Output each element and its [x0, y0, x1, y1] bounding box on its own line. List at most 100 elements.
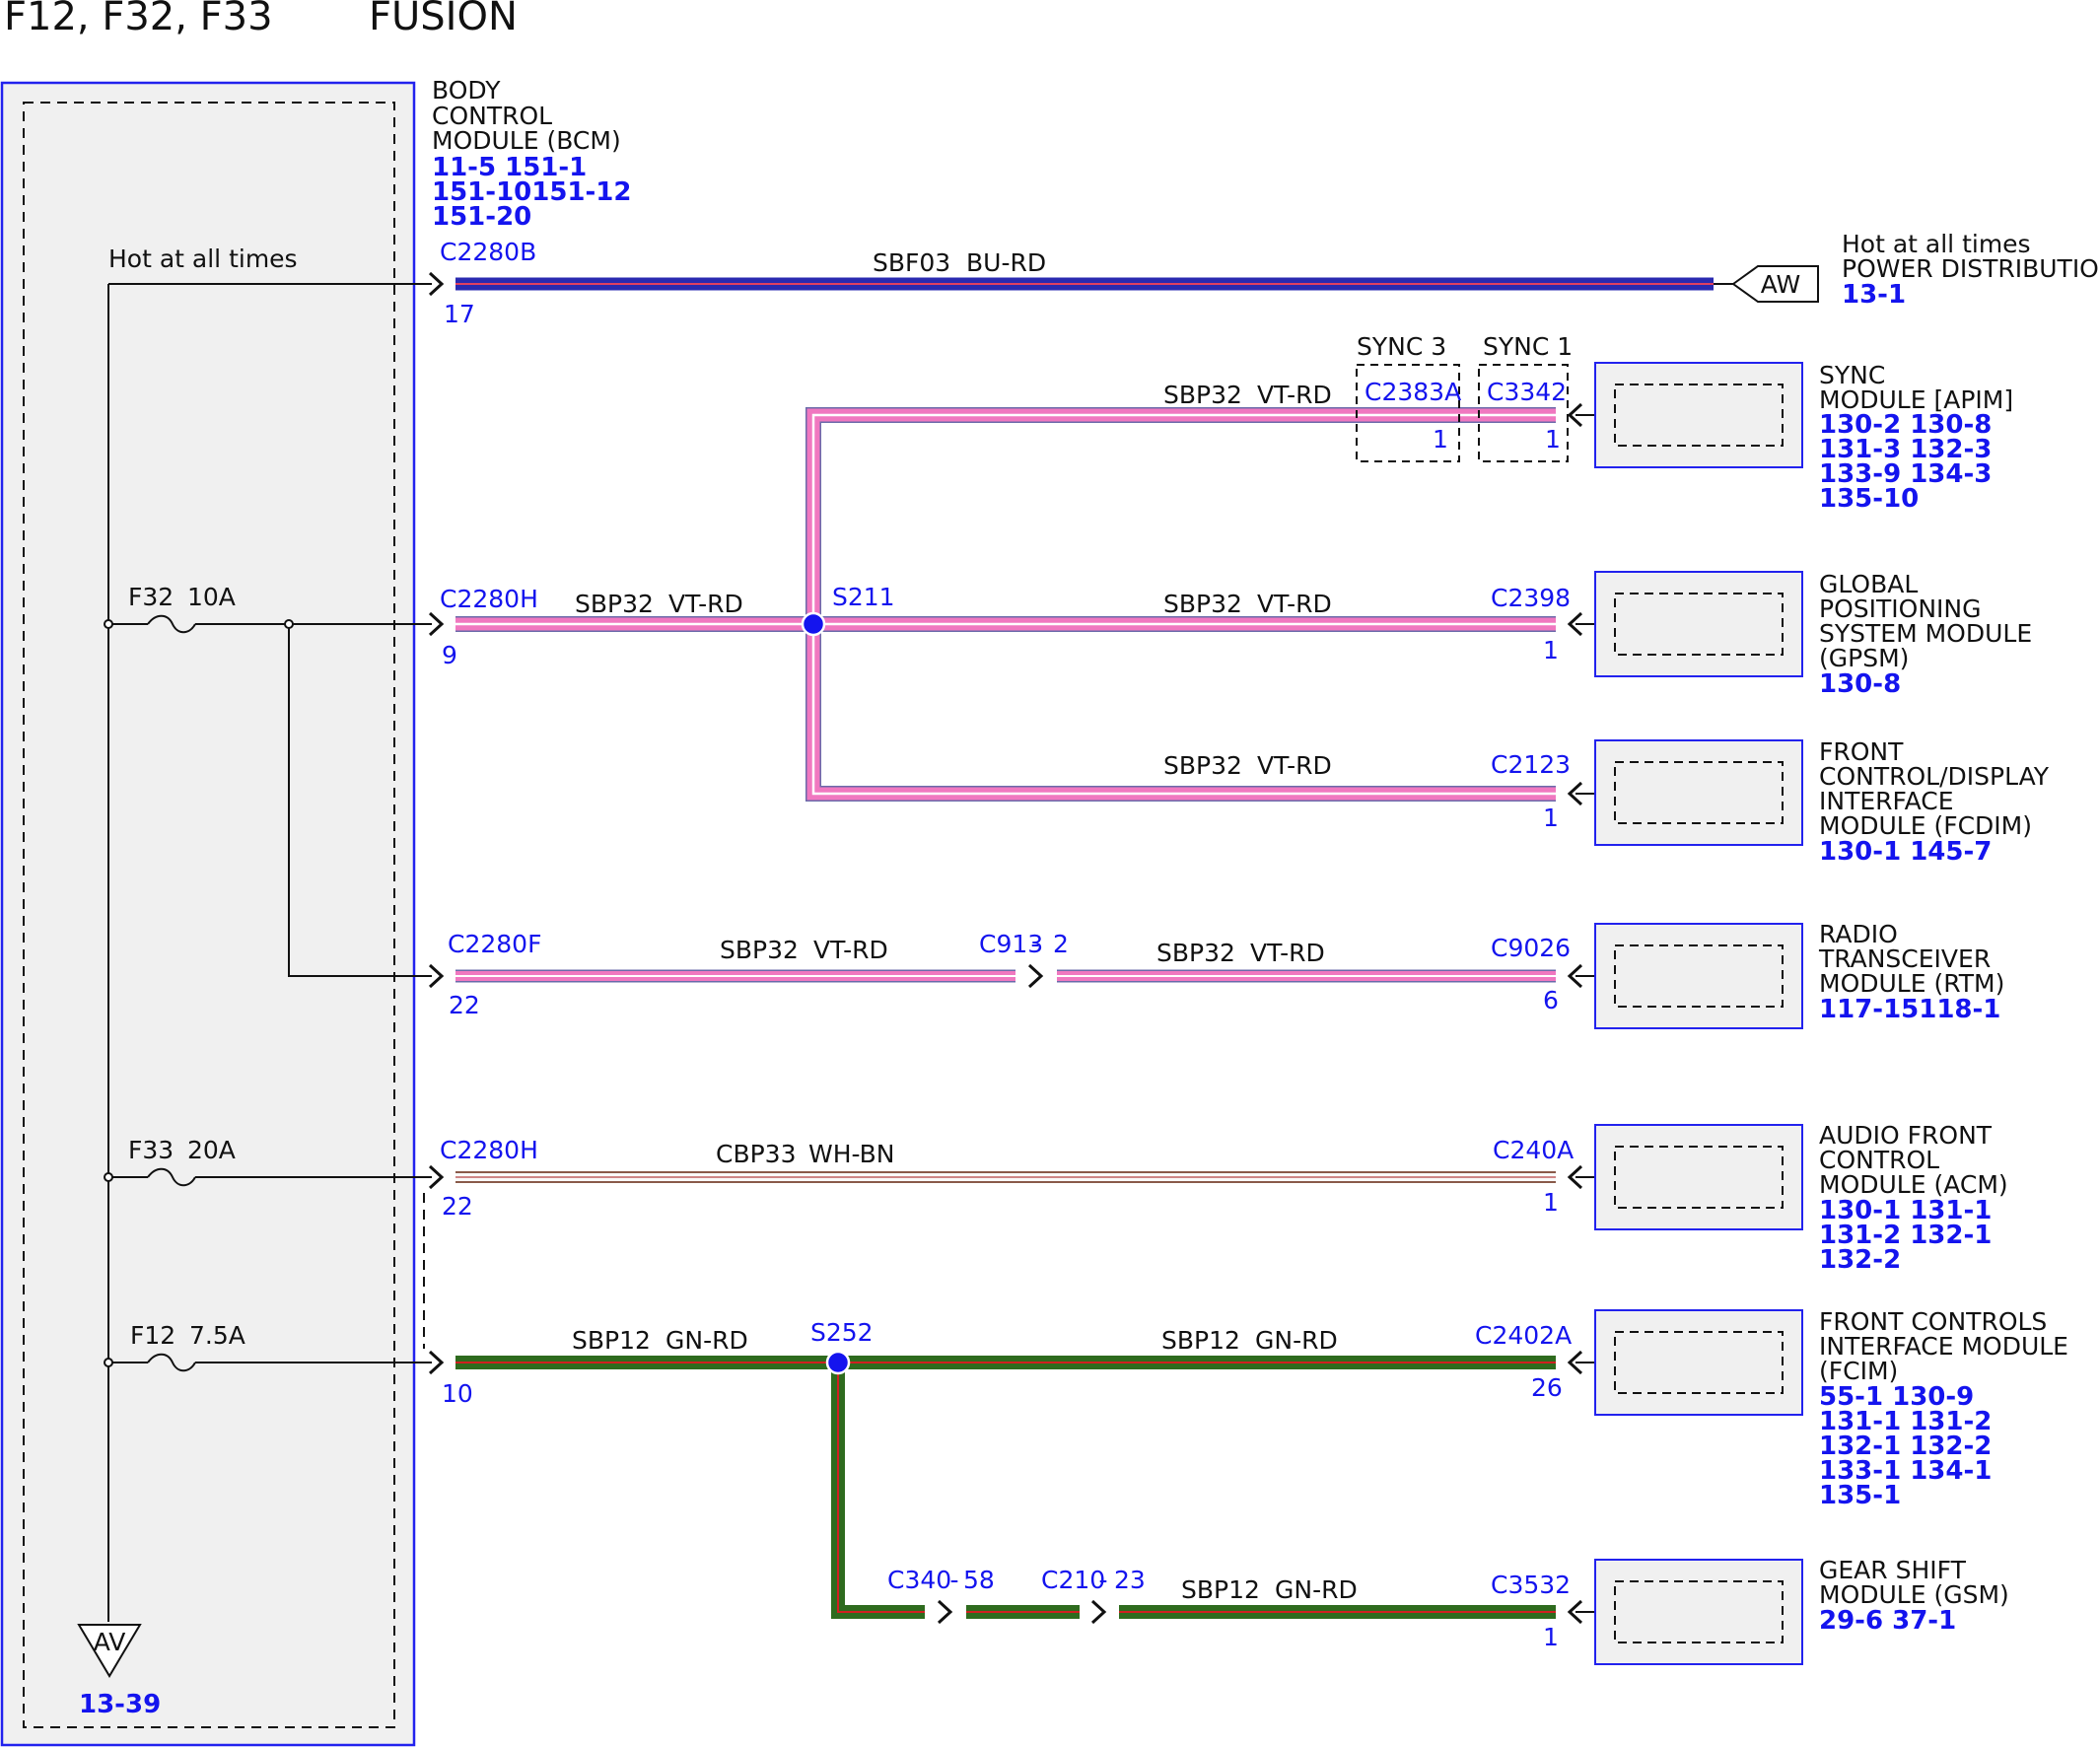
svg-text:C2123: C2123 [1491, 750, 1571, 779]
module-rtm: RADIO TRANSCEIVER MODULE (RTM) 117-15118… [1594, 920, 2004, 1029]
wire-sbp32-network [455, 407, 1556, 983]
svg-text:1: 1 [1545, 425, 1561, 454]
svg-text:VT-RD: VT-RD [1257, 381, 1332, 409]
hot-at-all-times-label: Hot at all times [108, 245, 298, 273]
svg-text:F12: F12 [130, 1321, 175, 1350]
svg-text:135-10: 135-10 [1819, 484, 1919, 514]
svg-text:-: - [949, 1566, 958, 1594]
svg-text:C2402A: C2402A [1475, 1321, 1572, 1350]
svg-text:20A: 20A [187, 1136, 236, 1164]
svg-text:C2280B: C2280B [440, 238, 536, 266]
svg-text:10A: 10A [187, 583, 236, 611]
splice-s252 [825, 1350, 851, 1375]
header-vehicle: FUSION [369, 0, 518, 39]
svg-text:SBP32: SBP32 [575, 590, 654, 618]
svg-text:151-20: 151-20 [432, 202, 531, 232]
svg-text:GN-RD: GN-RD [1255, 1326, 1338, 1355]
svg-text:BODY: BODY [432, 76, 501, 105]
svg-text:MODULE (GSM): MODULE (GSM) [1819, 1580, 2009, 1609]
sync1-label: SYNC 1 [1483, 332, 1573, 361]
svg-text:MODULE (RTM): MODULE (RTM) [1819, 969, 2004, 998]
svg-text:VT-RD: VT-RD [813, 936, 888, 964]
svg-text:SBP12: SBP12 [1181, 1575, 1260, 1604]
svg-text:C210: C210 [1041, 1566, 1105, 1594]
svg-text:C9026: C9026 [1491, 934, 1571, 962]
svg-text:SBP32: SBP32 [720, 936, 799, 964]
module-connector-arrows [1568, 402, 1595, 1625]
svg-text:2: 2 [1053, 930, 1069, 958]
svg-text:1: 1 [1543, 804, 1559, 832]
svg-text:SBP12: SBP12 [1161, 1326, 1240, 1355]
wiring-diagram: F12, F32, F33 FUSION BODY CONTROL MODULE… [0, 0, 2100, 1747]
svg-text:29-6 37-1: 29-6 37-1 [1819, 1606, 1956, 1636]
svg-text:130-8: 130-8 [1819, 669, 1901, 699]
power-distribution-connector: AW [1714, 265, 1819, 303]
svg-text:13-39: 13-39 [79, 1690, 161, 1719]
svg-text:-: - [1030, 930, 1039, 958]
svg-text:22: 22 [442, 1192, 473, 1221]
svg-text:MODULE (BCM): MODULE (BCM) [432, 126, 621, 155]
svg-text:C3342: C3342 [1487, 378, 1567, 406]
svg-text:26: 26 [1531, 1373, 1563, 1402]
splice-s211 [801, 611, 826, 637]
svg-text:13-1: 13-1 [1842, 280, 1906, 310]
svg-text:C340: C340 [887, 1566, 951, 1594]
splice-s252-label: S252 [810, 1318, 874, 1347]
svg-text:MODULE (ACM): MODULE (ACM) [1819, 1170, 2008, 1199]
module-gsm: GEAR SHIFT MODULE (GSM) 29-6 37-1 [1594, 1556, 2009, 1665]
svg-text:58: 58 [963, 1566, 995, 1594]
svg-text:C2280H: C2280H [440, 1136, 538, 1164]
svg-text:F32: F32 [128, 583, 174, 611]
svg-text:VT-RD: VT-RD [1257, 590, 1332, 618]
svg-text:9: 9 [442, 641, 457, 669]
svg-text:C2383A: C2383A [1365, 378, 1461, 406]
svg-text:(FCIM): (FCIM) [1819, 1357, 1898, 1385]
svg-text:GN-RD: GN-RD [1275, 1575, 1358, 1604]
module-connector-labels: C2383A 1 C3342 1 C2398 1 C2123 1 C913 - … [887, 378, 1574, 1651]
svg-text:SBP32: SBP32 [1163, 751, 1242, 780]
module-apim: SYNC MODULE [APIM] 130-2 130-8 131-3 132… [1594, 361, 2013, 514]
splice-s211-label: S211 [832, 583, 895, 611]
svg-text:POWER DISTRIBUTION: POWER DISTRIBUTION [1842, 254, 2100, 283]
bcm-module [0, 81, 416, 1747]
svg-text:GN-RD: GN-RD [665, 1326, 748, 1355]
svg-text:C2280H: C2280H [440, 585, 538, 613]
wire-sbp12 [455, 1356, 1556, 1619]
wire-labels: SBF03 BU-RD SBP32 VT-RD SBP32 VT-RD SBP3… [572, 248, 1358, 1604]
svg-text:C2280F: C2280F [448, 930, 541, 958]
header-fuses: F12, F32, F33 [4, 0, 273, 39]
module-fcim: FRONT CONTROLS INTERFACE MODULE (FCIM) 5… [1594, 1307, 2068, 1510]
svg-text:SBF03: SBF03 [873, 248, 950, 277]
svg-text:C2398: C2398 [1491, 584, 1571, 612]
bcm-label: BODY CONTROL MODULE (BCM) 11-5 151-1 151… [432, 76, 632, 232]
power-distribution-label: Hot at all times POWER DISTRIBUTION 13-1 [1842, 230, 2100, 310]
svg-text:6: 6 [1543, 986, 1559, 1014]
svg-text:1: 1 [1543, 1188, 1559, 1217]
svg-text:10: 10 [442, 1379, 473, 1408]
svg-text:-: - [1098, 1566, 1107, 1594]
svg-text:130-1 145-7: 130-1 145-7 [1819, 837, 1992, 867]
svg-text:(GPSM): (GPSM) [1819, 644, 1909, 672]
svg-text:CBP33: CBP33 [716, 1140, 797, 1168]
svg-text:1: 1 [1543, 636, 1559, 664]
svg-text:C3532: C3532 [1491, 1571, 1571, 1599]
svg-text:135-1: 135-1 [1819, 1481, 1901, 1510]
bcm-connector-labels: C2280B 17 C2280H 9 C2280F 22 C2280H 22 1… [440, 238, 541, 1408]
module-gpsm: GLOBAL POSITIONING SYSTEM MODULE (GPSM) … [1594, 570, 2032, 699]
svg-text:F33: F33 [128, 1136, 174, 1164]
svg-text:AW: AW [1761, 270, 1800, 299]
svg-text:MODULE (FCDIM): MODULE (FCDIM) [1819, 811, 2032, 840]
svg-text:132-2: 132-2 [1819, 1245, 1901, 1275]
svg-text:VT-RD: VT-RD [1250, 939, 1325, 967]
module-acm: AUDIO FRONT CONTROL MODULE (ACM) 130-1 1… [1594, 1121, 2008, 1275]
svg-text:22: 22 [449, 991, 480, 1019]
svg-text:WH-BN: WH-BN [808, 1140, 895, 1168]
svg-text:23: 23 [1114, 1566, 1146, 1594]
svg-text:BU-RD: BU-RD [966, 248, 1046, 277]
svg-text:AV: AV [94, 1628, 126, 1656]
svg-text:SBP12: SBP12 [572, 1326, 651, 1355]
module-fcdim: FRONT CONTROL/DISPLAY INTERFACE MODULE (… [1594, 737, 2050, 867]
svg-text:1: 1 [1543, 1623, 1559, 1651]
svg-text:VT-RD: VT-RD [1257, 751, 1332, 780]
svg-text:SBP32: SBP32 [1163, 590, 1242, 618]
